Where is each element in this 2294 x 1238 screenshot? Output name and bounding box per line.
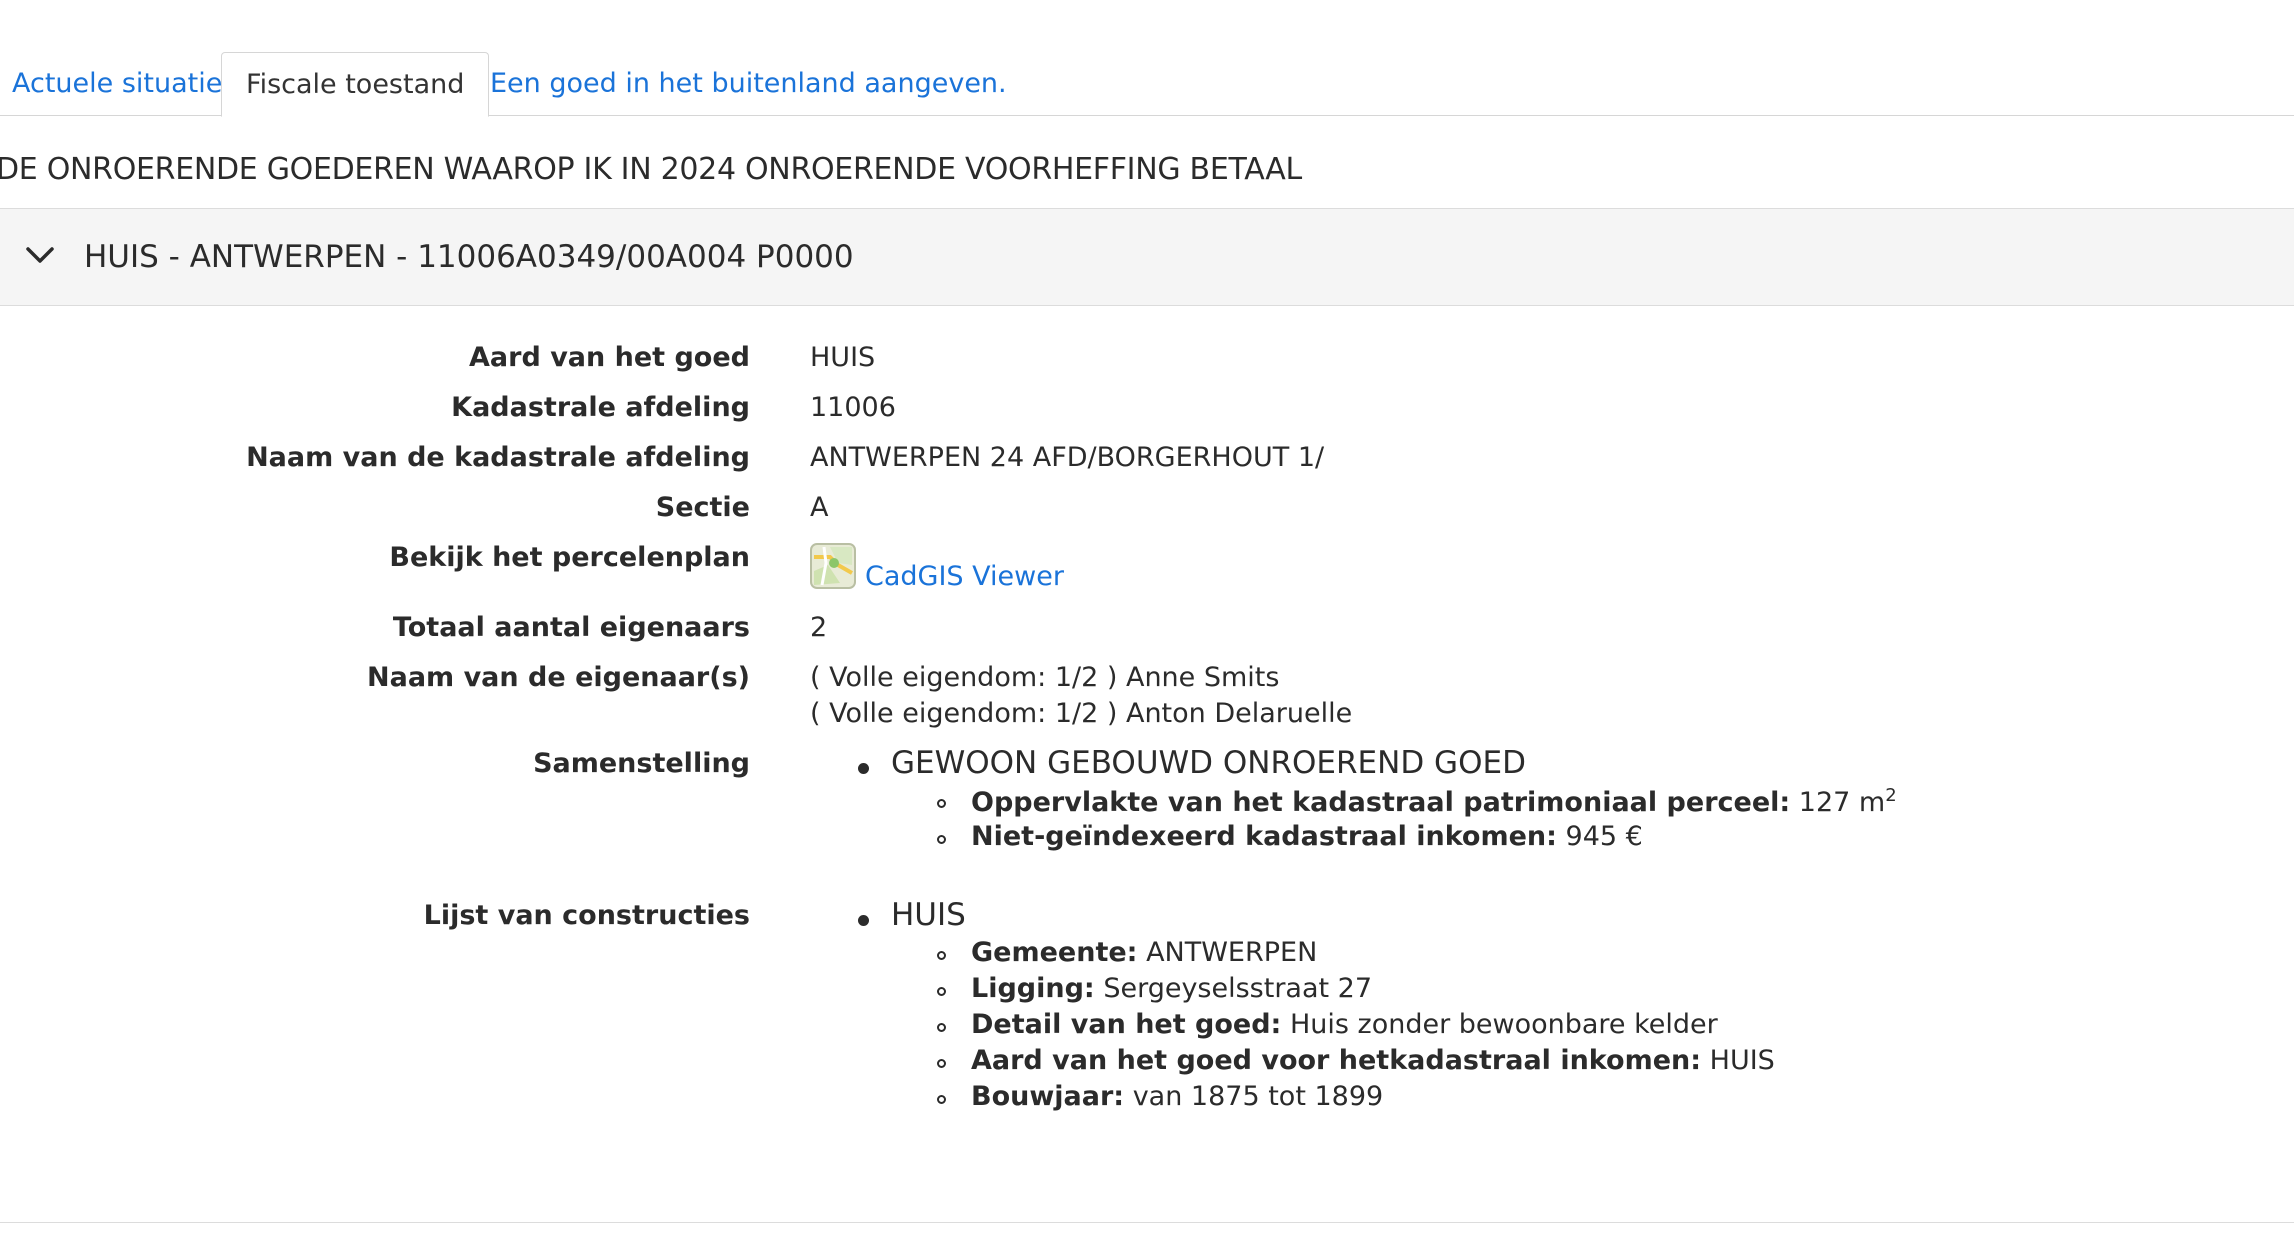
- tab-buitenland-aangeven[interactable]: Een goed in het buitenland aangeven.: [490, 52, 1007, 116]
- oppervlakte-value: 127 m: [1798, 787, 1886, 818]
- aard-ki-row: Aard van het goed voor hetkadastraal ink…: [971, 1045, 1775, 1076]
- samenstelling-item: GEWOON GEBOUWD ONROEREND GOED: [891, 745, 1526, 781]
- bullet-ring: [937, 951, 946, 960]
- sectie-label: Sectie: [655, 492, 750, 523]
- owner-item: ( Volle eigendom: 1/2 ) Anton Delaruelle: [810, 698, 1353, 729]
- bouwjaar-value: van 1875 tot 1899: [1132, 1081, 1384, 1112]
- property-accordion-header[interactable]: HUIS - ANTWERPEN - 11006A0349/00A004 P00…: [0, 208, 2294, 306]
- inkomen-label: Niet-geïndexeerd kadastraal inkomen:: [971, 821, 1557, 852]
- detail-value: Huis zonder bewoonbare kelder: [1289, 1009, 1718, 1040]
- detail-label: Detail van het goed:: [971, 1009, 1282, 1040]
- detail-row: Detail van het goed: Huis zonder bewoonb…: [971, 1009, 1718, 1040]
- inkomen-row: Niet-geïndexeerd kadastraal inkomen: 945…: [971, 821, 1643, 852]
- bullet-ring: [937, 1023, 946, 1032]
- kadastrale-afdeling-value: 11006: [810, 392, 896, 423]
- bullet-ring: [937, 1095, 946, 1104]
- chevron-down-icon: [26, 247, 54, 263]
- bullet-ring: [937, 799, 946, 808]
- map-icon[interactable]: [810, 543, 856, 589]
- constructie-item: HUIS: [891, 897, 966, 933]
- oppervlakte-unit-exponent: 2: [1885, 785, 1897, 806]
- ligging-label: Ligging:: [971, 973, 1095, 1004]
- bullet-dot: [858, 915, 869, 926]
- gemeente-value: ANTWERPEN: [1146, 937, 1318, 968]
- tab-fiscale-toestand[interactable]: Fiscale toestand: [221, 52, 490, 117]
- bullet-dot: [858, 763, 869, 774]
- section-divider: [0, 1222, 2294, 1223]
- samenstelling-label: Samenstelling: [533, 748, 750, 779]
- aard-label: Aard van het goed: [469, 342, 750, 373]
- section-title: DE ONROERENDE GOEDEREN WAAROP IK IN 2024…: [0, 152, 1302, 187]
- inkomen-value: 945 €: [1565, 821, 1643, 852]
- gemeente-label: Gemeente:: [971, 937, 1138, 968]
- bullet-ring: [937, 1059, 946, 1068]
- aard-value: HUIS: [810, 342, 876, 373]
- naam-eigenaars-label: Naam van de eigenaar(s): [367, 662, 750, 693]
- bullet-ring: [937, 835, 946, 844]
- owner-item: ( Volle eigendom: 1/2 ) Anne Smits: [810, 662, 1280, 693]
- bullet-ring: [937, 987, 946, 996]
- totaal-eigenaars-value: 2: [810, 612, 828, 643]
- gemeente-row: Gemeente: ANTWERPEN: [971, 937, 1317, 968]
- totaal-eigenaars-label: Totaal aantal eigenaars: [392, 612, 750, 643]
- kadastrale-afdeling-label: Kadastrale afdeling: [451, 392, 750, 423]
- ligging-value: Sergeyselsstraat 27: [1103, 973, 1373, 1004]
- tab-bar: Actuele situatie Fiscale toestand Een go…: [0, 52, 2294, 117]
- aard-ki-label: Aard van het goed voor hetkadastraal ink…: [971, 1045, 1702, 1076]
- naam-afdeling-label: Naam van de kadastrale afdeling: [246, 442, 750, 473]
- oppervlakte-label: Oppervlakte van het kadastraal patrimoni…: [971, 787, 1791, 818]
- property-title: HUIS - ANTWERPEN - 11006A0349/00A004 P00…: [84, 239, 854, 275]
- naam-afdeling-value: ANTWERPEN 24 AFD/BORGERHOUT 1/: [810, 442, 1325, 473]
- oppervlakte-row: Oppervlakte van het kadastraal patrimoni…: [971, 785, 1897, 818]
- aard-ki-value: HUIS: [1709, 1045, 1775, 1076]
- bouwjaar-row: Bouwjaar: van 1875 tot 1899: [971, 1081, 1383, 1112]
- bouwjaar-label: Bouwjaar:: [971, 1081, 1125, 1112]
- ligging-row: Ligging: Sergeyselsstraat 27: [971, 973, 1372, 1004]
- constructies-label: Lijst van constructies: [423, 900, 750, 931]
- tab-actuele-situatie[interactable]: Actuele situatie: [12, 52, 222, 116]
- cadgis-viewer-link[interactable]: CadGIS Viewer: [865, 561, 1064, 592]
- percelenplan-label: Bekijk het percelenplan: [389, 542, 750, 573]
- sectie-value: A: [810, 492, 829, 523]
